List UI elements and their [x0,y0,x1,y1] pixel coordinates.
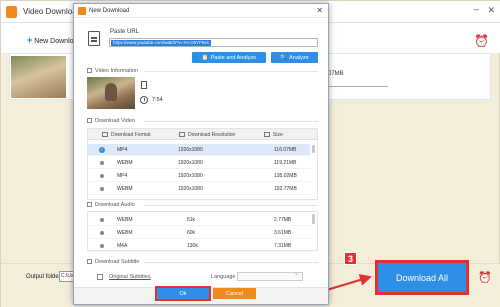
cancel-button[interactable]: Cancel [213,288,256,299]
bitrate-cell: 130k [187,243,198,249]
url-input[interactable]: https://www.youtube.com/watch?v=Ys-O5YF5… [109,38,318,47]
dialog-title: New Download [89,8,130,14]
column-header-format: Download Format [102,132,150,138]
video-table-scrollbar[interactable] [312,145,315,153]
size-cell: 7.31MB [274,243,292,249]
radio-icon [100,218,104,222]
download-video-title: Download Video [95,118,135,124]
info-icon [87,68,92,73]
audio-table-scrollbar[interactable] [312,214,315,224]
bitrate-cell: 51k [187,217,196,223]
paste-url-icon [88,31,100,46]
ok-button[interactable]: Ok [155,286,211,301]
music-icon [87,202,92,207]
format-cell: MP4 [117,147,128,153]
format-cell: WEBM [117,217,133,223]
radio-icon [100,231,104,235]
divider [144,262,318,263]
clock-icon [140,96,148,104]
download-audio-section-title: Download Audio [87,202,135,208]
dialog-logo-icon [78,7,86,15]
size-cell: 192.77MB [274,186,297,192]
audio-row[interactable]: WEBM 60k 3.61MB [88,227,310,239]
header-label: Size [273,132,283,138]
paste-and-analyze-button[interactable]: 📋 Paste and Analyze [192,52,266,63]
format-cell: WEBM [117,186,133,192]
video-format-table: Download Format Download Resolution Size… [87,128,318,200]
video-info-section-title: Video Information [87,68,138,74]
subtitle-icon [87,259,92,264]
radio-icon [100,161,104,165]
download-audio-title: Download Audio [95,202,135,208]
column-header-resolution: Download Resolution [179,132,235,138]
radio-icon [100,244,104,248]
url-value: https://www.youtube.com/watch?v=Ys-O5YF5… [111,40,211,46]
dialog-title-bar: New Download ✕ [74,4,328,18]
download-subtitle-title: Download Subtitle [95,259,140,265]
language-label: Language [211,274,236,280]
file-icon [141,81,147,89]
video-icon [87,118,92,123]
paste-url-label: Paste URL [110,29,140,35]
audio-row[interactable]: M4A 130k 7.31MB [88,240,310,252]
column-header-size: Size [264,132,283,138]
original-subtitles-checkbox[interactable] [97,274,103,280]
video-row[interactable]: WEBM 1920x1080 119.21MB [88,157,310,169]
radio-icon [100,187,104,191]
size-cell: 116.07MB [274,147,297,153]
resolution-cell: 1920x1080 [178,186,203,192]
resolution-cell: 1920x1080 [178,147,203,153]
size-cell: 3.61MB [274,230,292,236]
format-cell: WEBM [117,160,133,166]
video-row[interactable]: MP4 1920x1080 135.02MB [88,170,310,182]
divider [144,71,318,72]
bitrate-cell: 60k [187,230,196,236]
format-cell: WEBM [117,230,133,236]
size-cell: 119.21MB [274,160,297,166]
audio-format-table: WEBM 51k 2.77MB WEBM 60k 3.61MB M4A 130k… [87,211,318,252]
format-icon [102,132,108,137]
size-cell: 135.02MB [274,173,297,179]
size-cell: 2.77MB [274,217,292,223]
analyze-label: Analyze [289,54,309,61]
header-label: Download Format [111,132,151,138]
resolution-cell: 1920x1080 [178,160,203,166]
format-cell: MP4 [117,173,128,179]
paste-icon: 📋 [201,54,209,61]
original-subtitles-label[interactable]: Original Subtitles [109,274,151,280]
video-duration: 7:54 [152,97,163,103]
download-subtitle-section-title: Download Subtitle [87,259,139,265]
resolution-icon [179,132,185,137]
language-select[interactable] [237,271,303,281]
divider [144,121,318,122]
new-download-dialog: New Download ✕ Paste URL https://www.you… [73,3,329,305]
paste-and-analyze-label: Paste and Analyze [210,54,257,61]
video-info-title: Video Information [95,68,139,74]
video-table-header: Download Format Download Resolution Size [88,129,317,140]
video-row[interactable]: WEBM 1920x1080 192.77MB [88,183,310,195]
format-cell: M4A [117,243,128,249]
size-icon [264,132,270,137]
check-icon: ✓ [99,147,105,153]
divider [144,205,318,206]
download-video-section-title: Download Video [87,118,135,124]
video-row[interactable]: ✓ MP4 1920x1080 116.07MB [88,144,310,156]
header-label: Download Resolution [188,132,236,138]
video-thumbnail [87,77,135,109]
analyze-button[interactable]: 🔍 Analyze [271,52,318,63]
search-icon: 🔍 [280,54,288,61]
audio-row[interactable]: WEBM 51k 2.77MB [88,214,310,226]
resolution-cell: 1920x1080 [178,173,203,179]
radio-icon [100,174,104,178]
dialog-close-icon[interactable]: ✕ [316,6,323,15]
